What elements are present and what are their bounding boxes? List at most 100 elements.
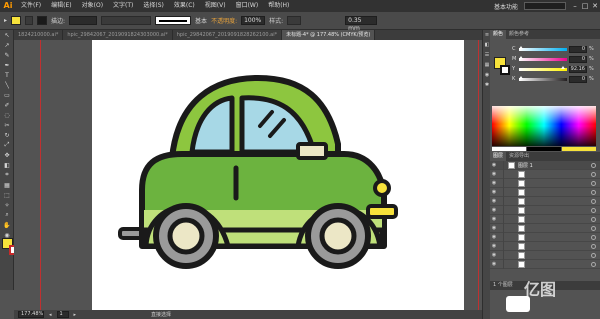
tool-1-icon[interactable]: ↗ [0,40,14,50]
document-tab-2[interactable]: hpic_29842067_2019091828262100.ai* [173,30,283,40]
artboard-number-field[interactable]: 1 [56,311,69,318]
layer-name[interactable]: 图层 1 [515,162,533,169]
sublayer-row[interactable]: ◉ [490,232,600,242]
close-button[interactable]: ✕ [590,2,600,10]
tool-19-icon[interactable]: ✋ [0,220,14,230]
tool-2-icon[interactable]: ✎ [0,50,14,60]
menu-item-7[interactable]: 窗口(W) [231,0,264,12]
target-circle-icon[interactable] [591,234,596,240]
workspace-switcher[interactable]: 基本功能 [488,2,524,11]
zoom-field[interactable]: 177.48% [18,311,44,318]
opacity-field[interactable]: 100% [241,16,266,25]
search-input[interactable] [524,2,566,10]
target-circle-icon[interactable] [591,252,596,258]
visibility-eye-icon[interactable]: ◉ [490,180,498,186]
fill-swatch[interactable] [11,16,22,25]
tool-5-icon[interactable]: ╲ [0,80,14,90]
slider-track[interactable] [519,65,567,71]
tool-15-icon[interactable]: ▦ [0,180,14,190]
tool-6-icon[interactable]: ▭ [0,90,14,100]
color-swatch-strip[interactable] [492,147,596,151]
slider-value-field[interactable]: 92.16 [569,65,587,73]
slider-track[interactable] [519,45,567,51]
sublayer-row[interactable]: ◉ [490,214,600,224]
tool-14-icon[interactable]: ⌗ [0,170,14,180]
sublayer-row[interactable]: ◉ [490,196,600,206]
lock-toggle[interactable] [498,241,504,251]
tool-17-icon[interactable]: ✧ [0,200,14,210]
variable-width-dropdown[interactable] [101,16,152,25]
document-tab-1[interactable]: hpic_29842067_2019091824303000.ai* [63,30,173,40]
stroke-weight-field[interactable] [69,16,98,25]
menu-item-1[interactable]: 编辑(E) [46,0,76,12]
tool-10-icon[interactable]: ↻ [0,130,14,140]
sublayer-row[interactable]: ◉ [490,205,600,215]
color-panel-stroke[interactable] [500,65,510,75]
slider-value-field[interactable]: 0 [569,45,587,53]
next-artboard-button[interactable]: ▸ [74,312,77,318]
menu-item-8[interactable]: 帮助(H) [263,0,294,12]
stroke-swatch[interactable] [37,16,48,25]
menu-item-3[interactable]: 文字(T) [108,0,138,12]
tool-4-icon[interactable]: T [0,70,14,80]
visibility-eye-icon[interactable]: ◉ [490,162,498,168]
lock-toggle[interactable] [498,187,504,197]
visibility-eye-icon[interactable]: ◉ [490,171,498,177]
tab-color[interactable]: 颜色 [490,30,507,39]
tool-13-icon[interactable]: ◧ [0,160,14,170]
lock-toggle[interactable] [498,196,504,206]
slider-thumb[interactable] [519,55,523,59]
tool-3-icon[interactable]: ✒ [0,60,14,70]
artboard[interactable] [92,40,464,310]
target-circle-icon[interactable] [591,225,596,231]
prev-artboard-button[interactable]: ◂ [49,312,52,318]
target-circle-icon[interactable] [591,243,596,249]
car-illustration[interactable] [92,40,464,310]
visibility-eye-icon[interactable]: ◉ [490,198,498,204]
visibility-eye-icon[interactable]: ◉ [490,216,498,222]
menu-item-2[interactable]: 对象(O) [77,0,108,12]
visibility-eye-icon[interactable]: ◉ [490,189,498,195]
color-spectrum[interactable] [492,106,596,146]
target-circle-icon[interactable] [591,189,596,195]
sublayer-row[interactable]: ◉ [490,223,600,233]
slider-thumb[interactable] [519,45,523,49]
visibility-eye-icon[interactable]: ◉ [490,243,498,249]
target-circle-icon[interactable] [591,216,596,222]
lock-toggle[interactable] [498,205,504,215]
target-circle-icon[interactable] [591,198,596,204]
opacity-label[interactable]: 不透明度: [211,16,237,25]
menu-item-4[interactable]: 选择(S) [138,0,169,12]
slider-value-field[interactable]: 0 [569,75,587,83]
target-circle-icon[interactable] [591,162,596,168]
visibility-eye-icon[interactable]: ◉ [490,207,498,213]
lock-toggle[interactable] [498,169,504,179]
document-tab-0[interactable]: 1824210000.ai* [14,30,64,40]
headlight[interactable] [373,179,391,197]
lock-toggle[interactable] [498,160,504,170]
tool-0-icon[interactable]: ↖ [0,30,14,40]
tool-7-icon[interactable]: ✐ [0,100,14,110]
lock-toggle[interactable] [498,214,504,224]
minimize-button[interactable]: – [570,2,580,10]
target-circle-icon[interactable] [591,207,596,213]
target-circle-icon[interactable] [591,171,596,177]
document-tab-3[interactable]: 未标题-4* @ 177.48% (CMYK/预览) [282,30,376,40]
tab-color-guide[interactable]: 颜色参考 [506,30,532,39]
slider-track[interactable] [519,55,567,61]
slider-thumb[interactable] [561,65,566,69]
slider-thumb[interactable] [519,75,523,79]
menu-item-0[interactable]: 文件(F) [16,0,46,12]
side-mirror[interactable] [296,142,328,160]
sublayer-row[interactable]: ◉ [490,169,600,179]
lock-toggle[interactable] [498,178,504,188]
tool-9-icon[interactable]: ✂ [0,120,14,130]
stroke-width-field[interactable]: 0.35 mm [345,16,378,32]
tool-8-icon[interactable]: ◌ [0,110,14,120]
front-bumper[interactable] [366,204,398,219]
menu-item-6[interactable]: 视图(V) [200,0,231,12]
visibility-eye-icon[interactable]: ◉ [490,225,498,231]
visibility-eye-icon[interactable]: ◉ [490,234,498,240]
sublayer-row[interactable]: ◉ [490,241,600,251]
tab-asset-export[interactable]: 资源导出 [506,152,532,161]
